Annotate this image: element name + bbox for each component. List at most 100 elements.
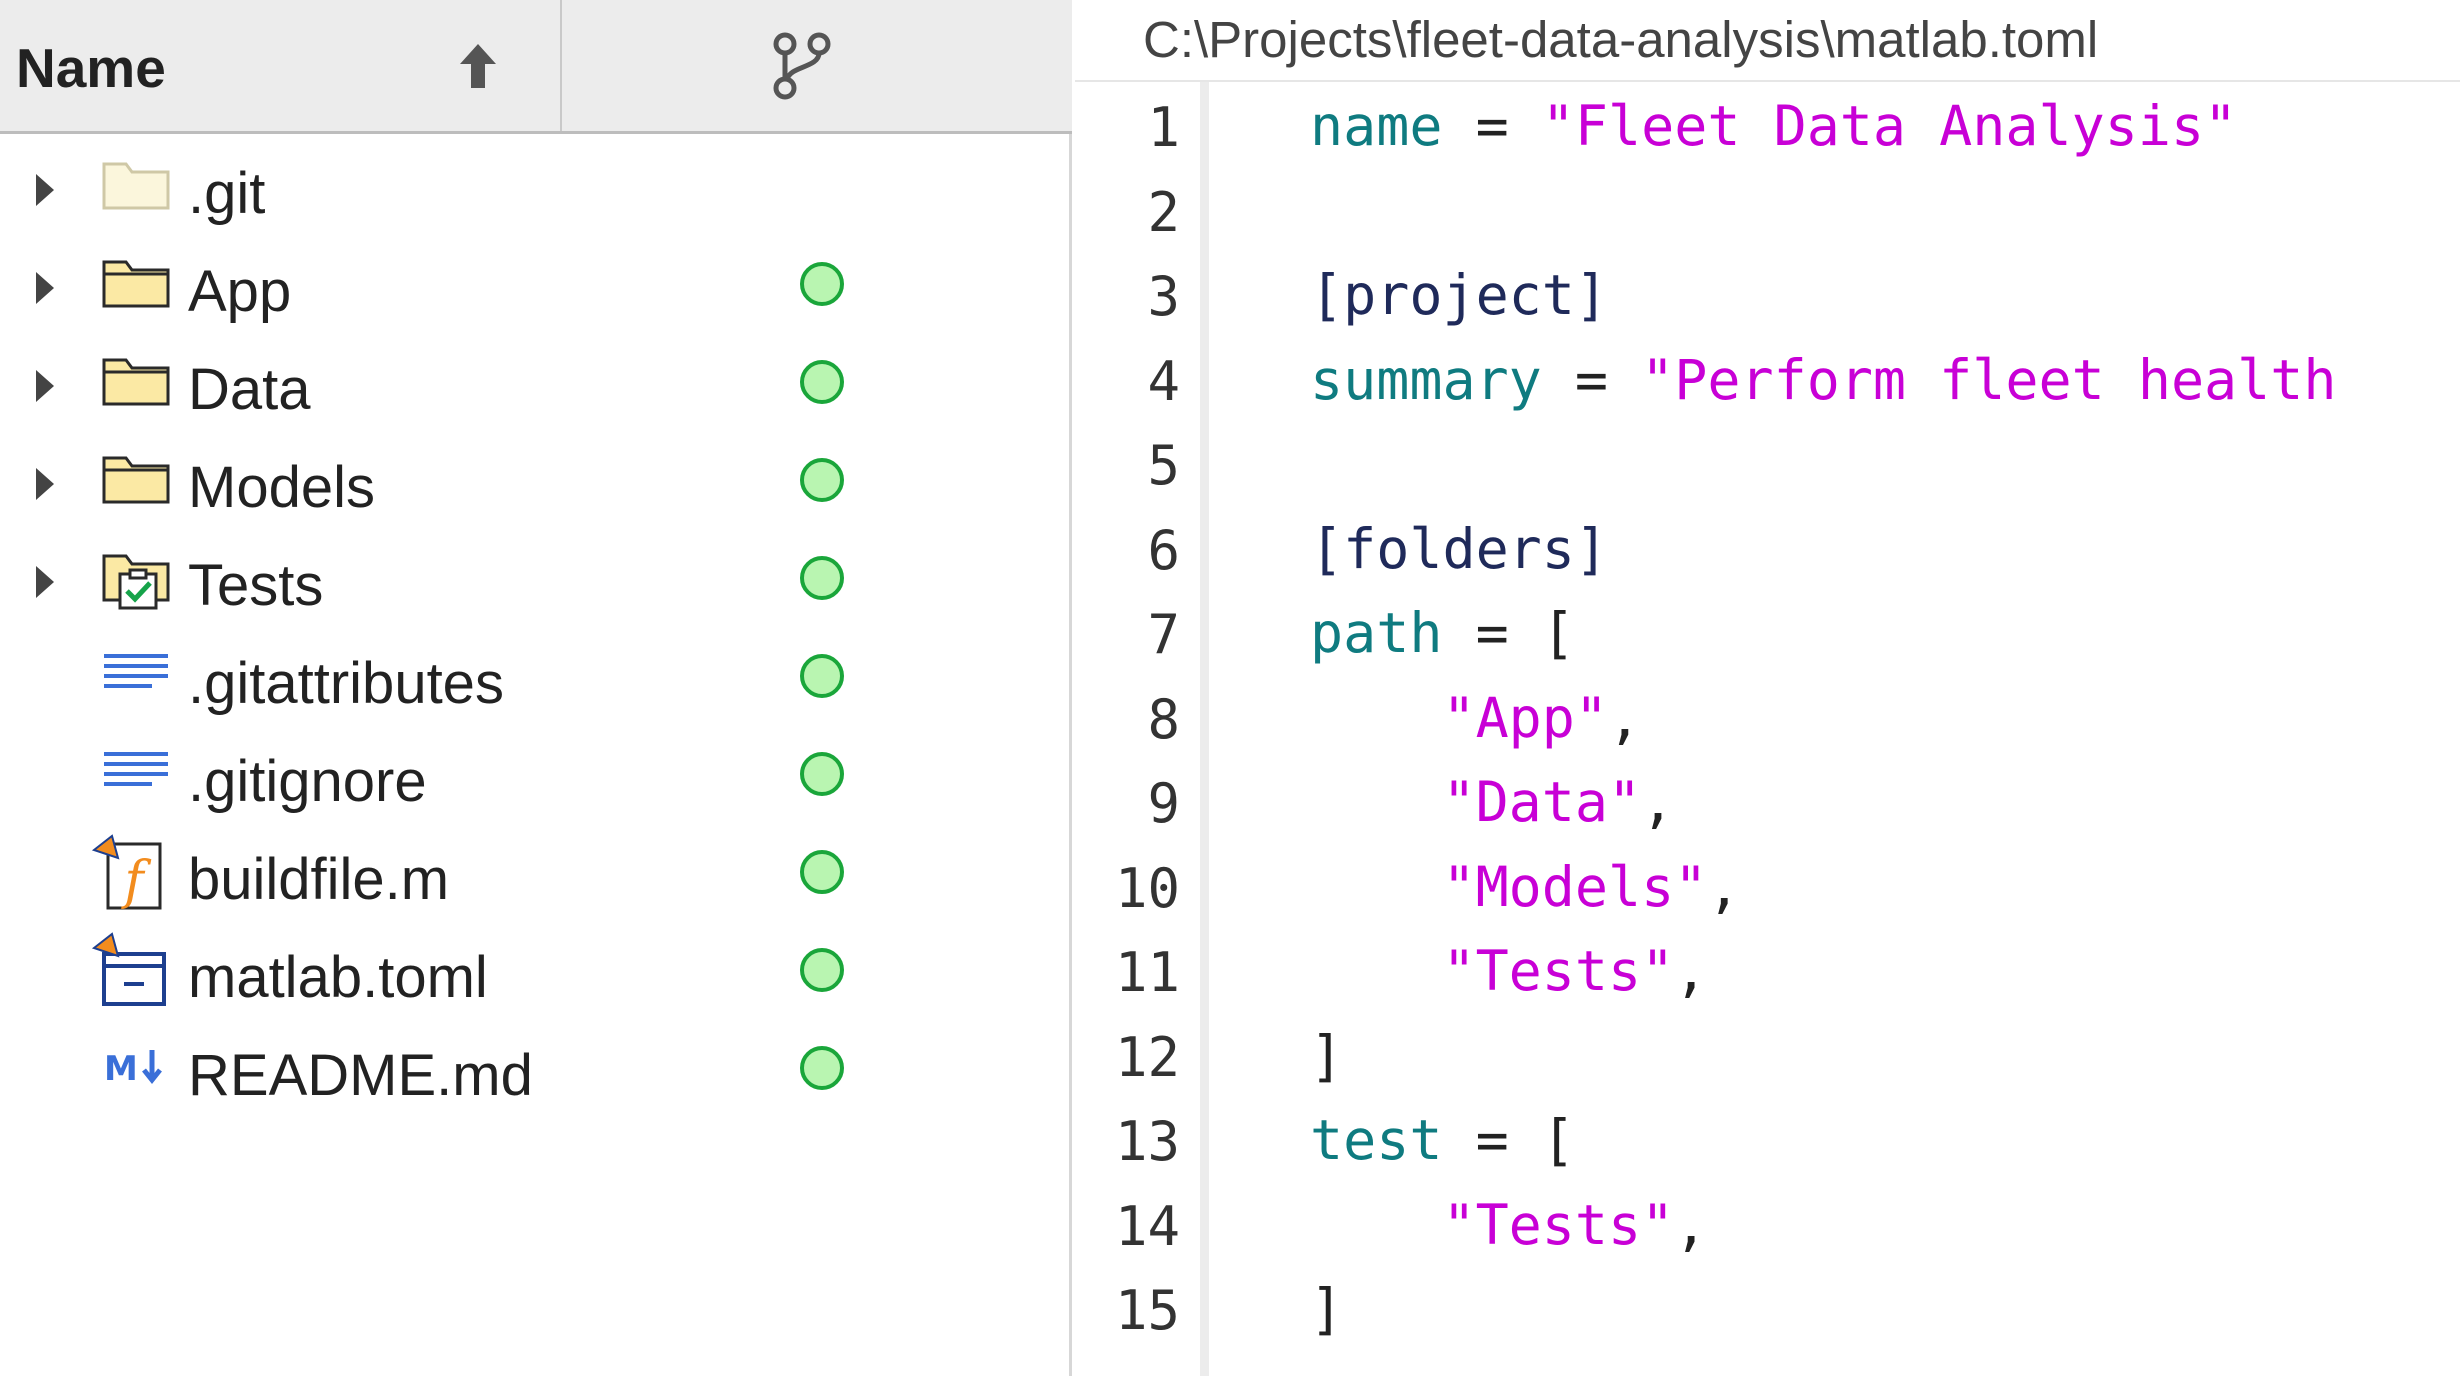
- code-key: path: [1310, 601, 1443, 665]
- file-row-data[interactable]: Data: [0, 338, 1070, 436]
- git-status-unmodified-icon: [800, 948, 844, 992]
- code-operator: ,: [1674, 1192, 1708, 1257]
- file-name: Models: [188, 455, 375, 520]
- code-operator: [1310, 939, 1442, 1003]
- code-line[interactable]: ]: [1310, 1277, 1343, 1341]
- code-line[interactable]: summary = "Perform fleet health: [1310, 348, 2337, 412]
- line-number: 13: [1114, 1110, 1180, 1173]
- line-number: 11: [1114, 941, 1180, 1004]
- code-operator: = [: [1442, 601, 1575, 665]
- folder-icon: [100, 252, 172, 317]
- code-operator: =: [1442, 94, 1542, 158]
- git-status-unmodified-icon: [800, 1046, 844, 1090]
- line-number: 2: [1147, 180, 1180, 244]
- folder-icon: [100, 350, 172, 415]
- file-name: .gitattributes: [188, 651, 504, 716]
- file-row-app[interactable]: App: [0, 240, 1070, 338]
- chevron-right-icon[interactable]: [32, 466, 56, 507]
- code-operator: = [: [1442, 1108, 1575, 1172]
- git-status-unmodified-icon: [800, 752, 844, 796]
- code-string: "Tests": [1442, 939, 1675, 1003]
- file-name: .git: [188, 161, 266, 226]
- matlab-project-file-icon: [90, 930, 172, 1015]
- code-string: "Fleet Data Analysis": [1541, 94, 2238, 158]
- editor-panel: C:\Projects\fleet-data-analysis\matlab.t…: [1075, 0, 2460, 1376]
- code-operator: ,: [1707, 854, 1741, 919]
- git-branch-icon: [767, 30, 837, 107]
- git-status-unmodified-icon: [800, 360, 844, 404]
- text-file-icon: [100, 644, 172, 709]
- name-column-header[interactable]: Name: [0, 0, 562, 131]
- git-status-unmodified-icon: [800, 458, 844, 502]
- gutter-divider: [1200, 82, 1209, 1376]
- code-operator: ,: [1608, 685, 1642, 750]
- file-row-models[interactable]: Models: [0, 436, 1070, 534]
- file-name: buildfile.m: [188, 847, 450, 912]
- chevron-right-icon[interactable]: [32, 172, 56, 213]
- code-line[interactable]: "Data",: [1310, 770, 1674, 834]
- file-row-gitattributes[interactable]: .gitattributes: [0, 632, 1070, 730]
- code-line[interactable]: ]: [1310, 1024, 1343, 1088]
- code-section: [project]: [1310, 263, 1609, 327]
- git-status-unmodified-icon: [800, 262, 844, 306]
- code-operator: [1310, 855, 1442, 919]
- file-name: Data: [188, 357, 311, 422]
- chevron-right-icon[interactable]: [32, 270, 56, 311]
- code-line[interactable]: name = "Fleet Data Analysis": [1310, 94, 2237, 158]
- file-row-matlab-toml[interactable]: matlab.toml: [0, 926, 1070, 1024]
- line-number: 12: [1114, 1025, 1180, 1089]
- code-line[interactable]: [project]: [1310, 263, 1608, 327]
- file-name: .gitignore: [188, 749, 427, 814]
- line-number: 3: [1147, 265, 1180, 328]
- file-row-readme[interactable]: M README.md: [0, 1024, 1070, 1122]
- chevron-right-icon[interactable]: [32, 564, 56, 605]
- git-status-unmodified-icon: [800, 654, 844, 698]
- line-number: 7: [1147, 603, 1180, 666]
- arrow-up-icon[interactable]: [456, 40, 500, 97]
- code-line[interactable]: "Tests",: [1310, 1193, 1707, 1257]
- code-section: [folders]: [1310, 516, 1609, 581]
- file-name: Tests: [188, 553, 324, 618]
- code-string: "App": [1442, 685, 1609, 750]
- line-number: 15: [1114, 1279, 1180, 1342]
- code-key: name: [1310, 94, 1443, 158]
- code-string: "Data": [1442, 770, 1642, 834]
- svg-text:M: M: [104, 1049, 138, 1089]
- code-operator: ]: [1310, 1277, 1344, 1341]
- line-number: 10: [1114, 856, 1180, 920]
- code-line[interactable]: "Tests",: [1310, 939, 1707, 1003]
- file-path: C:\Projects\fleet-data-analysis\matlab.t…: [1143, 11, 2099, 68]
- code-operator: [1310, 1193, 1442, 1257]
- code-operator: [1310, 770, 1442, 834]
- file-browser-header: Name: [0, 0, 1072, 134]
- code-operator: ,: [1674, 939, 1708, 1003]
- text-file-icon: [100, 742, 172, 807]
- git-status-unmodified-icon: [800, 556, 844, 600]
- chevron-right-icon[interactable]: [32, 368, 56, 409]
- code-line[interactable]: path = [: [1310, 601, 1575, 665]
- line-number: 5: [1147, 434, 1180, 497]
- file-name: App: [188, 259, 292, 324]
- code-line[interactable]: test = [: [1310, 1108, 1575, 1172]
- code-string: "Tests": [1442, 1192, 1675, 1257]
- git-status-unmodified-icon: [800, 850, 844, 894]
- matlab-function-icon: f: [90, 832, 172, 917]
- code-line[interactable]: [folders]: [1310, 517, 1608, 581]
- source-control-column-header[interactable]: [562, 0, 1072, 131]
- line-number: 1: [1147, 96, 1180, 159]
- line-number: 9: [1147, 772, 1180, 835]
- file-row-git[interactable]: .git: [0, 142, 1070, 240]
- file-name: README.md: [188, 1043, 533, 1108]
- code-line[interactable]: "Models",: [1310, 855, 1740, 919]
- file-row-buildfile[interactable]: f buildfile.m: [0, 828, 1070, 926]
- code-line[interactable]: "App",: [1310, 686, 1641, 750]
- file-path-bar: C:\Projects\fleet-data-analysis\matlab.t…: [1075, 0, 2460, 82]
- code-operator: =: [1541, 347, 1642, 412]
- folder-hidden-icon: [100, 154, 172, 219]
- code-operator: ]: [1310, 1023, 1344, 1088]
- folder-icon: [100, 448, 172, 513]
- file-row-tests[interactable]: Tests: [0, 534, 1070, 632]
- file-row-gitignore[interactable]: .gitignore: [0, 730, 1070, 828]
- line-number: 4: [1147, 349, 1180, 413]
- markdown-icon: M: [100, 1042, 172, 1097]
